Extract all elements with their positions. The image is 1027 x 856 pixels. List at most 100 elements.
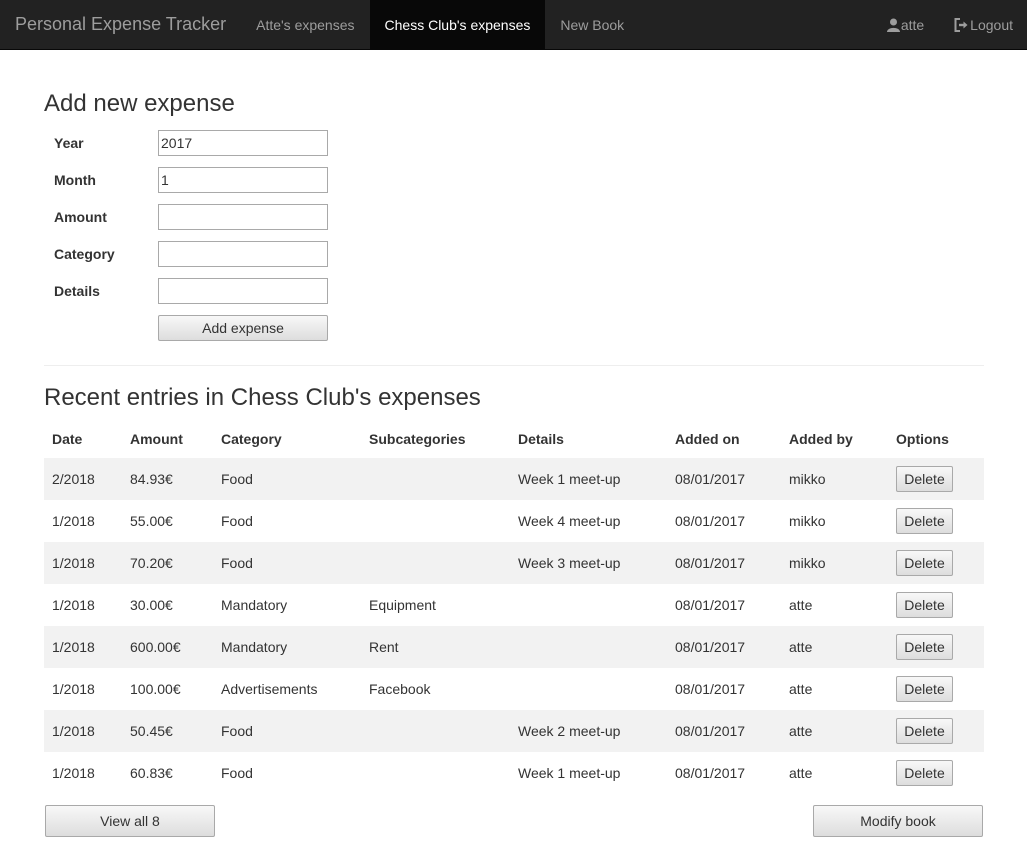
header-category: Category bbox=[221, 431, 282, 447]
cell-details: Week 1 meet-up bbox=[518, 471, 621, 487]
cell-category: Food bbox=[221, 513, 253, 529]
delete-button[interactable]: Delete bbox=[896, 760, 953, 786]
delete-button[interactable]: Delete bbox=[896, 634, 953, 660]
cell-options: Delete bbox=[888, 752, 984, 794]
cell-options: Delete bbox=[888, 500, 984, 542]
header-added-by: Added by bbox=[789, 431, 853, 447]
table-row: 1/2018 50.45€ Food Week 2 meet-up 08/01/2017… bbox=[44, 710, 984, 752]
cell-date: 1/2018 bbox=[52, 723, 95, 739]
form-title: Add new expense bbox=[44, 90, 235, 117]
delete-button[interactable]: Delete bbox=[896, 466, 953, 492]
nav-user[interactable]: atte bbox=[872, 0, 939, 49]
details-label: Details bbox=[54, 283, 100, 299]
cell-date: 2/2018 bbox=[52, 471, 95, 487]
table-row: 1/2018 100.00€ Advertisements Facebook 08/01… bbox=[44, 668, 984, 710]
cell-added-by: mikko bbox=[789, 513, 826, 529]
header-details: Details bbox=[518, 431, 564, 447]
table-row: 1/2018 60.83€ Food Week 1 meet-up 08/01/2017… bbox=[44, 752, 984, 794]
add-expense-button[interactable]: Add expense bbox=[158, 315, 328, 341]
cell-subcategories bbox=[361, 458, 510, 500]
header-amount: Amount bbox=[130, 431, 183, 447]
app-brand[interactable]: Personal Expense Tracker bbox=[0, 0, 241, 49]
cell-subcategories bbox=[361, 542, 510, 584]
nav-atte-expenses[interactable]: Atte's expenses bbox=[241, 0, 369, 49]
cell-amount: 84.93€ bbox=[130, 471, 173, 487]
cell-category: Food bbox=[221, 723, 253, 739]
cell-added-by: atte bbox=[789, 639, 813, 655]
cell-options: Delete bbox=[888, 458, 984, 500]
cell-amount: 100.00€ bbox=[130, 681, 181, 697]
cell-date: 1/2018 bbox=[52, 765, 95, 781]
table-row: 2/2018 84.93€ Food Week 1 meet-up 08/01/2017… bbox=[44, 458, 984, 500]
cell-added-by: atte bbox=[789, 723, 813, 739]
cell-date: 1/2018 bbox=[52, 597, 95, 613]
cell-added-by: mikko bbox=[789, 471, 826, 487]
amount-input[interactable] bbox=[158, 204, 328, 230]
cell-details: Week 1 meet-up bbox=[518, 765, 621, 781]
logout-label: Logout bbox=[970, 16, 1013, 33]
details-row: Details bbox=[54, 278, 328, 304]
cell-added-by: mikko bbox=[789, 555, 826, 571]
cell-date: 1/2018 bbox=[52, 639, 95, 655]
cell-amount: 600.00€ bbox=[130, 639, 181, 655]
cell-amount: 50.45€ bbox=[130, 723, 173, 739]
modify-book-button[interactable]: Modify book bbox=[813, 805, 983, 837]
delete-button[interactable]: Delete bbox=[896, 508, 953, 534]
cell-options: Delete bbox=[888, 542, 984, 584]
cell-amount: 55.00€ bbox=[130, 513, 173, 529]
cell-added-by: atte bbox=[789, 765, 813, 781]
top-navbar: Personal Expense Tracker Atte's expenses… bbox=[0, 0, 1027, 50]
delete-button[interactable]: Delete bbox=[896, 592, 953, 618]
table-row: 1/2018 30.00€ Mandatory Equipment 08/01/2017… bbox=[44, 584, 984, 626]
cell-added-on: 08/01/2017 bbox=[675, 471, 746, 487]
nav-new-book[interactable]: New Book bbox=[545, 0, 639, 49]
cell-category: Food bbox=[221, 765, 253, 781]
header-options: Options bbox=[896, 431, 949, 447]
view-all-button[interactable]: View all 8 bbox=[45, 805, 215, 837]
header-date: Date bbox=[52, 431, 83, 447]
cell-date: 1/2018 bbox=[52, 681, 95, 697]
category-label: Category bbox=[54, 246, 115, 262]
cell-added-on: 08/01/2017 bbox=[675, 765, 746, 781]
user-name: atte bbox=[900, 16, 925, 33]
cell-details: Week 2 meet-up bbox=[518, 723, 621, 739]
cell-category: Mandatory bbox=[221, 597, 288, 613]
year-input[interactable] bbox=[158, 130, 328, 156]
cell-subcategories bbox=[361, 710, 510, 752]
nav-chess-club-expenses[interactable]: Chess Club's expenses bbox=[369, 0, 546, 49]
nav-logout[interactable]: Logout bbox=[939, 0, 1027, 49]
category-row: Category bbox=[54, 241, 328, 267]
header-subcategories: Subcategories bbox=[369, 431, 466, 447]
cell-options: Delete bbox=[888, 626, 984, 668]
delete-button[interactable]: Delete bbox=[896, 718, 953, 744]
category-input[interactable] bbox=[158, 241, 328, 267]
cell-date: 1/2018 bbox=[52, 513, 95, 529]
cell-details bbox=[510, 668, 667, 710]
cell-subcategories: Equipment bbox=[369, 597, 436, 613]
delete-button[interactable]: Delete bbox=[896, 676, 953, 702]
cell-added-by: atte bbox=[789, 597, 813, 613]
cell-category: Food bbox=[221, 555, 253, 571]
cell-category: Mandatory bbox=[221, 639, 288, 655]
cell-details bbox=[510, 626, 667, 668]
delete-button[interactable]: Delete bbox=[896, 550, 953, 576]
cell-subcategories: Rent bbox=[369, 639, 399, 655]
cell-subcategories bbox=[361, 752, 510, 794]
amount-label: Amount bbox=[54, 209, 107, 225]
details-input[interactable] bbox=[158, 278, 328, 304]
month-input[interactable] bbox=[158, 167, 328, 193]
year-row: Year bbox=[54, 130, 328, 156]
table-row: 1/2018 70.20€ Food Week 3 meet-up 08/01/2017… bbox=[44, 542, 984, 584]
cell-amount: 70.20€ bbox=[130, 555, 173, 571]
cell-amount: 60.83€ bbox=[130, 765, 173, 781]
cell-added-on: 08/01/2017 bbox=[675, 639, 746, 655]
user-icon bbox=[886, 18, 900, 32]
cell-details: Week 3 meet-up bbox=[518, 555, 621, 571]
section-divider bbox=[44, 365, 984, 366]
amount-row: Amount bbox=[54, 204, 328, 230]
cell-added-on: 08/01/2017 bbox=[675, 723, 746, 739]
cell-category: Advertisements bbox=[221, 681, 318, 697]
year-label: Year bbox=[54, 135, 84, 151]
cell-added-on: 08/01/2017 bbox=[675, 513, 746, 529]
